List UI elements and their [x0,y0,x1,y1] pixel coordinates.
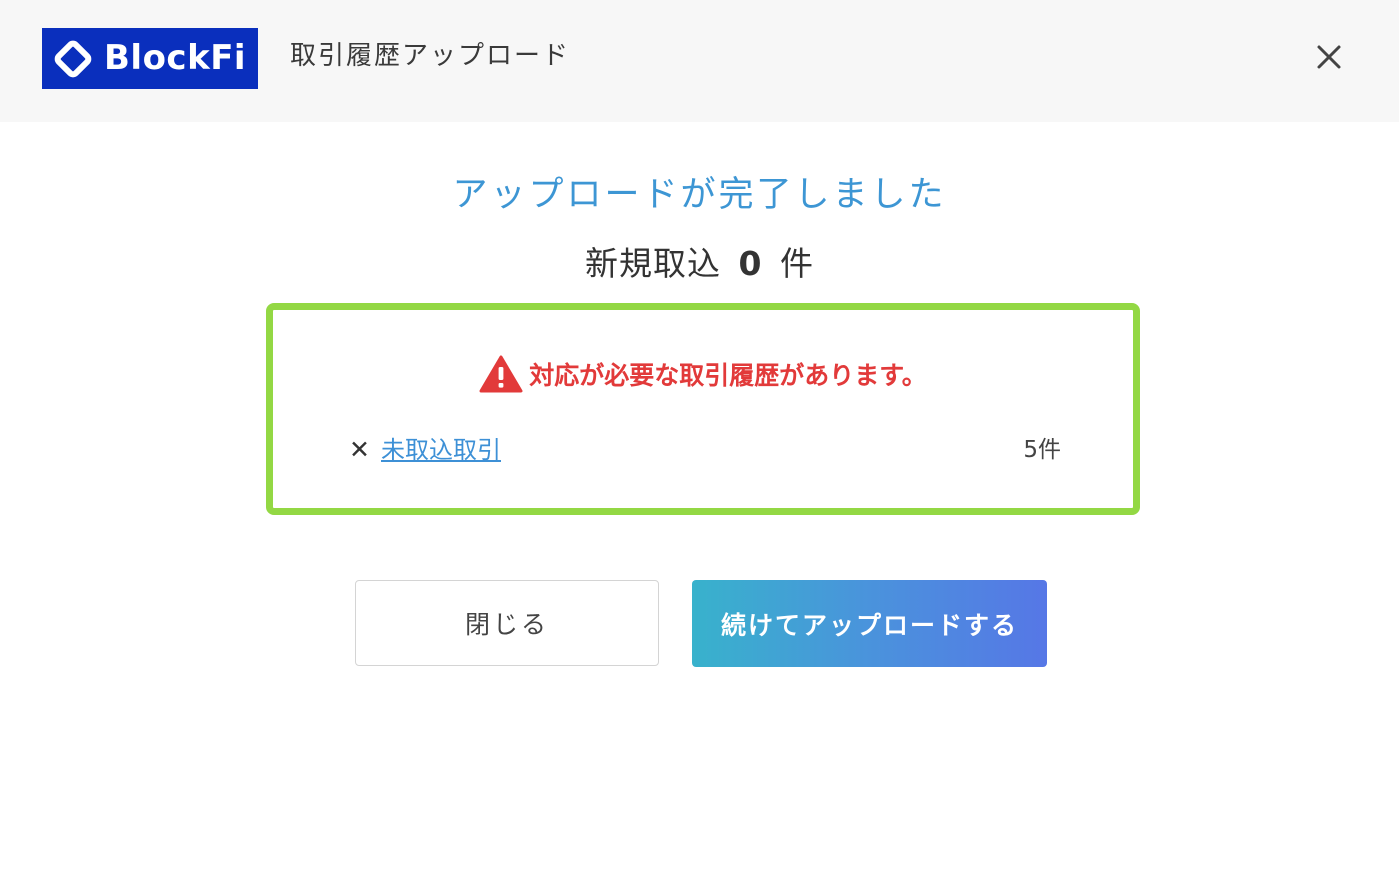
new-import-count: 新規取込 0 件 [0,242,1399,286]
count-value: 0 [738,244,763,283]
cross-icon: ✕ [349,435,370,464]
alert-message-line: 対応が必要な取引履歴があります。 [273,355,1133,396]
continue-upload-button[interactable]: 続けてアップロードする [692,580,1047,667]
unimported-transactions-link[interactable]: 未取込取引 [381,432,501,468]
upload-complete-heading: アップロードが完了しました [452,175,947,215]
issue-row-unimported: ✕ 未取込取引 5件 [349,432,1061,468]
close-icon[interactable] [1312,40,1346,74]
modal-header: BlockFi 取引履歴アップロード [0,0,1399,122]
page-title: 取引履歴アップロード [290,41,571,71]
count-prefix: 新規取込 [585,244,722,283]
warning-icon [479,355,523,393]
blockfi-diamond-icon [54,40,92,78]
blockfi-logo: BlockFi [42,28,258,89]
action-required-box: 対応が必要な取引履歴があります。 ✕ 未取込取引 5件 [266,303,1140,515]
logo-text: BlockFi [104,38,247,78]
count-suffix: 件 [779,244,814,283]
close-button[interactable]: 閉じる [355,580,659,666]
unimported-count: 5件 [1023,437,1061,463]
alert-message: 対応が必要な取引履歴があります。 [529,361,927,390]
